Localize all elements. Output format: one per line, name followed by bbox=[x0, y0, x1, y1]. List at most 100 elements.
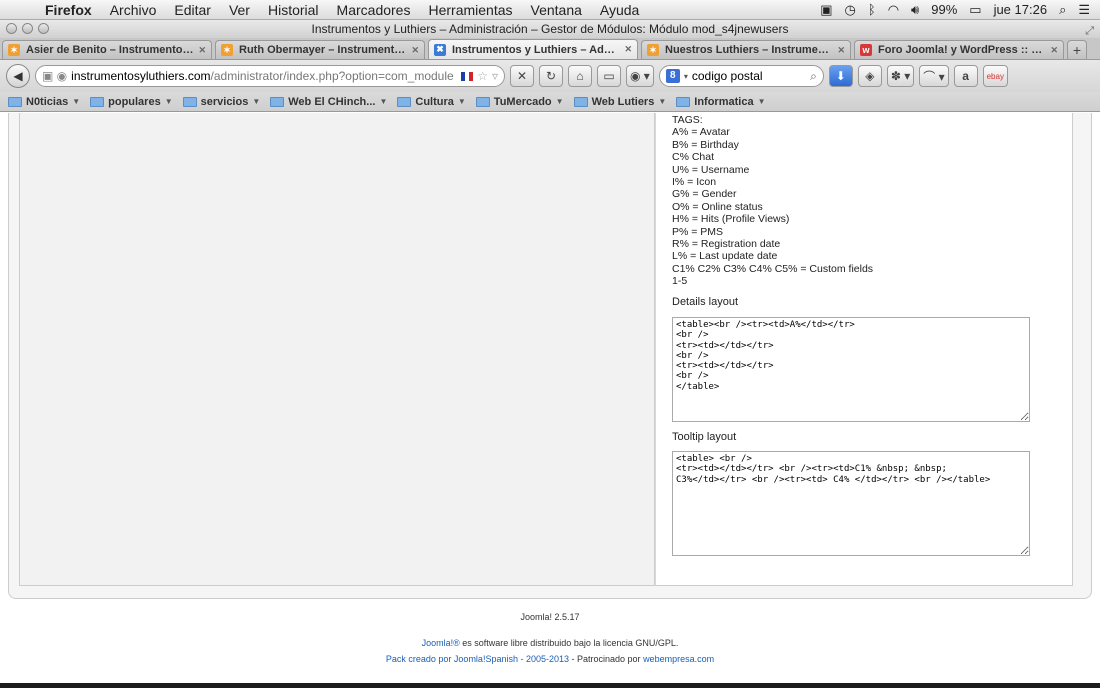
screenshot-button[interactable]: ▭ bbox=[597, 65, 621, 87]
page-viewport[interactable]: TAGS: A% = Avatar B% = Birthday C% Chat … bbox=[0, 113, 1100, 683]
license-text: es software libre distribuido bajo la li… bbox=[459, 638, 679, 648]
chevron-down-icon: ▼ bbox=[757, 97, 766, 106]
tags-help-line: L% = Last update date bbox=[672, 250, 778, 263]
joomlaspanish-link[interactable]: Pack creado por Joomla!Spanish - 2005-20… bbox=[386, 654, 569, 664]
reload-button[interactable]: ↻ bbox=[539, 65, 563, 87]
home-icon: ⌂ bbox=[576, 69, 584, 83]
chevron-down-icon: ▼ bbox=[457, 97, 466, 106]
tab-nuestros-luthiers[interactable]: ✶ Nuestros Luthiers – Instrument... ✕ bbox=[641, 40, 851, 59]
french-flag-icon[interactable] bbox=[461, 71, 474, 81]
evernote-icon[interactable]: ▣ bbox=[820, 2, 832, 18]
bookmark-star-icon[interactable]: ☆ bbox=[477, 69, 488, 83]
bookmark-folder-tumercado[interactable]: TuMercado ▼ bbox=[475, 96, 564, 108]
minimize-window-button[interactable] bbox=[22, 23, 33, 34]
zoom-window-button[interactable] bbox=[38, 23, 49, 34]
home-button[interactable]: ⌂ bbox=[568, 65, 592, 87]
addon-button[interactable]: ◉ ▾ bbox=[626, 65, 654, 87]
search-bar[interactable]: 8 ▾ ⌕ bbox=[658, 65, 824, 87]
menu-ver[interactable]: Ver bbox=[220, 2, 259, 18]
bookmark-label: populares bbox=[108, 95, 161, 108]
tooltip-layout-textarea[interactable]: <table> <br /> <tr><td></td></tr> <br />… bbox=[672, 451, 1030, 556]
joomla-link[interactable]: Joomla!® bbox=[422, 638, 460, 648]
close-tab-icon[interactable]: ✕ bbox=[837, 45, 845, 56]
wifi-icon[interactable]: ◠ bbox=[888, 2, 899, 18]
site-identity-icon[interactable]: ▣ ◉ bbox=[42, 69, 67, 83]
search-icon[interactable]: ⌕ bbox=[810, 69, 817, 84]
close-tab-icon[interactable]: ✕ bbox=[624, 44, 632, 55]
close-tab-icon[interactable]: ✕ bbox=[1050, 45, 1058, 56]
bookmark-folder-noticias[interactable]: N0ticias ▼ bbox=[8, 96, 80, 108]
tab-asier-de-benito[interactable]: ✶ Asier de Benito – Instrumentos ... ✕ bbox=[2, 40, 212, 59]
chevron-down-icon: ▼ bbox=[555, 97, 564, 106]
folder-icon bbox=[270, 96, 285, 107]
tags-help-line: R% = Registration date bbox=[672, 238, 781, 251]
tags-help-line: U% = Username bbox=[672, 163, 750, 176]
download-arrow-icon: ⬇ bbox=[835, 69, 846, 83]
joomla-favicon-icon: ✶ bbox=[8, 44, 20, 56]
tab-label: Ruth Obermayer – Instrumento... bbox=[239, 44, 408, 56]
tab-ruth-obermayer[interactable]: ✶ Ruth Obermayer – Instrumento... ✕ bbox=[215, 40, 425, 59]
menu-editar[interactable]: Editar bbox=[165, 2, 220, 18]
footer-license: Joomla!® es software libre distribuido b… bbox=[0, 638, 1100, 648]
tags-help-line: TAGS: bbox=[672, 114, 703, 126]
close-tab-icon[interactable]: ✕ bbox=[411, 45, 419, 56]
menu-historial[interactable]: Historial bbox=[259, 2, 328, 18]
url-bar[interactable]: ▣ ◉ instrumentosyluthiers.com/administra… bbox=[35, 65, 505, 87]
search-engine-dropdown-icon[interactable]: ▾ bbox=[684, 72, 688, 81]
details-layout-textarea[interactable]: <table><br /><tr><td>A%</td></tr> <br />… bbox=[672, 317, 1030, 422]
bookmark-folder-cultura[interactable]: Cultura ▼ bbox=[397, 96, 466, 108]
menu-archivo[interactable]: Archivo bbox=[101, 2, 166, 18]
menu-ventana[interactable]: Ventana bbox=[522, 2, 591, 18]
tab-label: Asier de Benito – Instrumentos ... bbox=[26, 44, 195, 56]
menu-ayuda[interactable]: Ayuda bbox=[591, 2, 648, 18]
menu-status-area: ▣ ◷ ᛒ ◠ 🔊︎ 99% ▭ jue 17:26 ⌕ ☰ bbox=[820, 2, 1100, 18]
extension-button-3[interactable]: ⌒ ▾ bbox=[919, 65, 949, 87]
tab-label: Foro Joomla! y WordPress :: Dis... bbox=[878, 44, 1047, 56]
rainbow-icon: ⌒ ▾ bbox=[923, 69, 945, 84]
battery-icon[interactable]: ▭ bbox=[969, 2, 981, 18]
tooltip-layout-label: Tooltip layout bbox=[672, 431, 737, 443]
notification-center-icon[interactable]: ☰ bbox=[1078, 2, 1090, 18]
close-tab-icon[interactable]: ✕ bbox=[198, 45, 206, 56]
stop-button[interactable]: ✕ bbox=[510, 65, 534, 87]
menu-herramientas[interactable]: Herramientas bbox=[419, 2, 521, 18]
folder-icon bbox=[676, 96, 691, 107]
back-button[interactable]: ◀ bbox=[6, 64, 30, 88]
bookmark-folder-web-lutiers[interactable]: Web Lutiers ▼ bbox=[573, 96, 666, 108]
mac-menu-bar: Firefox Archivo Editar Ver Historial Mar… bbox=[0, 0, 1100, 20]
tab-instrumentos-admin[interactable]: ✖ Instrumentos y Luthiers – Admi... ✕ bbox=[428, 39, 638, 59]
tab-foro-joomla[interactable]: w Foro Joomla! y WordPress :: Dis... ✕ bbox=[854, 40, 1064, 59]
extension-button-2[interactable]: ✽ ▾ bbox=[886, 65, 915, 87]
bookmark-folder-populares[interactable]: populares ▼ bbox=[90, 96, 173, 108]
new-tab-button[interactable]: + bbox=[1067, 40, 1087, 59]
bookmark-folder-informatica[interactable]: Informatica ▼ bbox=[676, 96, 765, 108]
url-dropdown-icon[interactable]: ▿ bbox=[492, 69, 498, 83]
screen-icon: ▭ bbox=[603, 69, 615, 83]
extension-button-1[interactable]: ◈ bbox=[857, 65, 882, 87]
search-input[interactable] bbox=[691, 69, 792, 83]
battery-percent[interactable]: 99% bbox=[931, 2, 957, 17]
menu-marcadores[interactable]: Marcadores bbox=[328, 2, 420, 18]
bluetooth-icon[interactable]: ᛒ bbox=[868, 2, 876, 17]
chevron-down-icon: ▼ bbox=[164, 97, 173, 106]
stop-icon: ✕ bbox=[516, 69, 528, 83]
bookmark-folder-servicios[interactable]: servicios ▼ bbox=[182, 96, 261, 108]
joomla-favicon-icon: ✶ bbox=[647, 44, 659, 56]
menu-app-firefox[interactable]: Firefox bbox=[36, 2, 101, 18]
downloads-button[interactable]: ⬇ bbox=[828, 65, 853, 87]
folder-icon bbox=[397, 96, 412, 107]
bookmark-folder-web-el-chinch[interactable]: Web El CHinch... ▼ bbox=[270, 96, 387, 108]
tags-help-line: A% = Avatar bbox=[672, 126, 730, 139]
close-window-button[interactable] bbox=[6, 23, 17, 34]
webempresa-link[interactable]: webempresa.com bbox=[643, 654, 714, 664]
google-icon[interactable]: 8 bbox=[665, 69, 680, 83]
clock[interactable]: jue 17:26 bbox=[994, 2, 1048, 17]
chevron-down-icon: ▼ bbox=[252, 97, 261, 106]
ebay-button[interactable]: ebay bbox=[982, 65, 1008, 87]
volume-icon[interactable]: 🔊︎ bbox=[911, 2, 919, 18]
spotlight-icon[interactable]: ⌕ bbox=[1059, 2, 1066, 18]
amazon-button[interactable]: a bbox=[953, 65, 978, 87]
chevron-down-icon: ▼ bbox=[72, 97, 81, 106]
folder-icon bbox=[475, 96, 490, 107]
time-machine-icon[interactable]: ◷ bbox=[845, 2, 856, 18]
